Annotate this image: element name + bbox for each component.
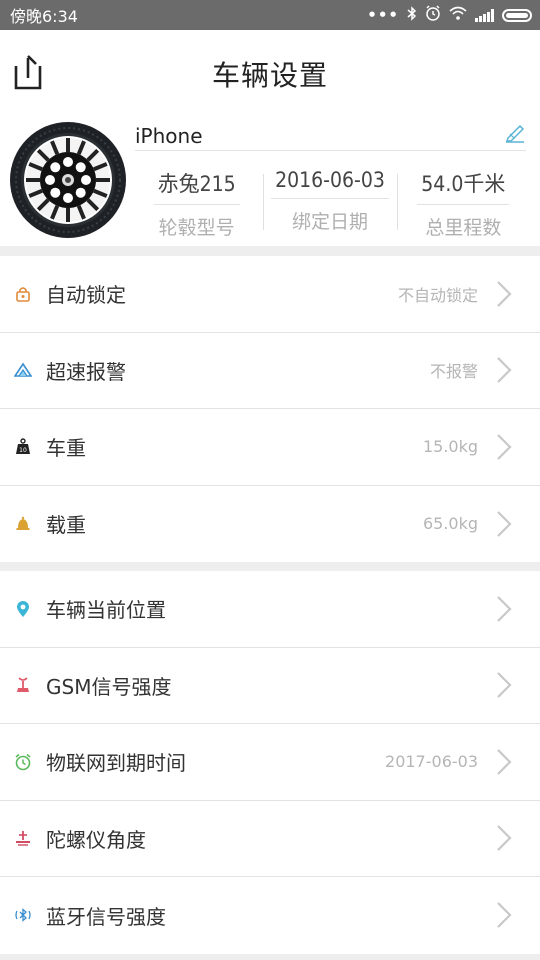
- alarm-clock-icon: [14, 753, 32, 771]
- wifi-status-icon: [449, 6, 467, 24]
- settings-row[interactable]: 车辆当前位置: [0, 571, 540, 648]
- settings-row-value: 15.0kg: [422, 437, 478, 457]
- settings-row-label: 陀螺仪角度: [46, 827, 146, 852]
- stat-label: 绑定日期: [291, 211, 368, 233]
- settings-row[interactable]: 物联网到期时间 2017-06-03: [0, 724, 540, 801]
- chevron-right-icon: [497, 672, 512, 699]
- stat-label: 总里程数: [425, 217, 502, 239]
- cell-signal-icon: [475, 8, 494, 22]
- battery-icon: [502, 8, 532, 22]
- stat-label: 轮毂型号: [158, 217, 235, 239]
- wheel-image: [10, 122, 126, 238]
- signal-tower-icon: [14, 676, 32, 694]
- settings-row-label: 车辆当前位置: [46, 598, 166, 623]
- settings-row-value: 不报警: [429, 362, 478, 382]
- chevron-right-icon: [497, 280, 512, 307]
- bluetooth-icon: [14, 906, 32, 924]
- weight-icon: 10: [14, 438, 32, 456]
- settings-row[interactable]: 载重 65.0kg: [0, 486, 540, 563]
- bluetooth-status-icon: [407, 5, 417, 25]
- vehicle-stats: 赤兔215 轮毂型号 2016-06-03 绑定日期 54.0千米 总里程数: [130, 164, 530, 239]
- edit-icon[interactable]: [504, 122, 526, 144]
- stat-value: 2016-06-03: [271, 168, 389, 199]
- stat-value: 54.0千米: [417, 168, 510, 205]
- chevron-right-icon: [497, 748, 512, 775]
- speed-icon: [14, 361, 32, 379]
- chevron-right-icon: [497, 357, 512, 384]
- stat-total-mileage: 54.0千米 总里程数: [396, 164, 530, 239]
- settings-row-label: 蓝牙信号强度: [46, 904, 166, 929]
- settings-row[interactable]: 陀螺仪角度: [0, 801, 540, 877]
- chevron-right-icon: [497, 825, 512, 852]
- location-pin-icon: [14, 600, 32, 618]
- settings-row[interactable]: 自动锁定 不自动锁定: [0, 256, 540, 333]
- status-bar: 傍晚6:34 •••: [0, 0, 540, 30]
- settings-row-label: 车重: [46, 436, 86, 461]
- stat-bind-date: 2016-06-03 绑定日期: [263, 164, 396, 236]
- settings-row-label: GSM信号强度: [46, 674, 172, 699]
- vehicle-name[interactable]: iPhone: [135, 124, 203, 148]
- settings-row-label: 超速报警: [46, 359, 126, 384]
- settings-row-value: 不自动锁定: [397, 285, 478, 305]
- chevron-right-icon: [497, 595, 512, 622]
- status-time: 傍晚6:34: [10, 7, 78, 26]
- alarm-status-icon: [425, 5, 441, 25]
- settings-group-vehicle: 自动锁定 不自动锁定超速报警 不报警 10 车重 15.0kg 载重 65.0kg: [0, 256, 540, 562]
- svg-text:10: 10: [19, 447, 27, 454]
- settings-row-label: 自动锁定: [46, 283, 126, 308]
- stat-wheel-model: 赤兔215 轮毂型号: [130, 164, 263, 239]
- chevron-right-icon: [497, 902, 512, 929]
- settings-row-value: 65.0kg: [422, 514, 478, 534]
- lock-icon: [14, 285, 32, 303]
- settings-row-value: 2017-06-03: [385, 752, 478, 772]
- name-underline: [135, 150, 526, 151]
- gyroscope-icon: [14, 829, 32, 847]
- bell-icon: [14, 515, 32, 533]
- settings-row[interactable]: 蓝牙信号强度: [0, 877, 540, 954]
- chevron-right-icon: [497, 510, 512, 537]
- notification-dots: •••: [367, 6, 399, 24]
- page-title: 车辆设置: [211, 59, 328, 92]
- settings-row[interactable]: 超速报警 不报警: [0, 333, 540, 409]
- chevron-right-icon: [497, 433, 512, 460]
- stat-value: 赤兔215: [153, 168, 240, 205]
- app-header: 车辆设置: [0, 30, 540, 116]
- settings-group-device: 车辆当前位置 GSM信号强度 物联网到期时间 2017-06-03 陀螺仪角度蓝牙信号强…: [0, 571, 540, 954]
- settings-row[interactable]: 10 车重 15.0kg: [0, 409, 540, 486]
- vehicle-card: iPhone 赤兔215 轮毂型号 2016-06-03 绑定日期 54.0千米…: [0, 116, 540, 246]
- settings-row[interactable]: GSM信号强度: [0, 648, 540, 724]
- settings-row-label: 物联网到期时间: [46, 751, 186, 776]
- settings-row-label: 载重: [46, 513, 86, 538]
